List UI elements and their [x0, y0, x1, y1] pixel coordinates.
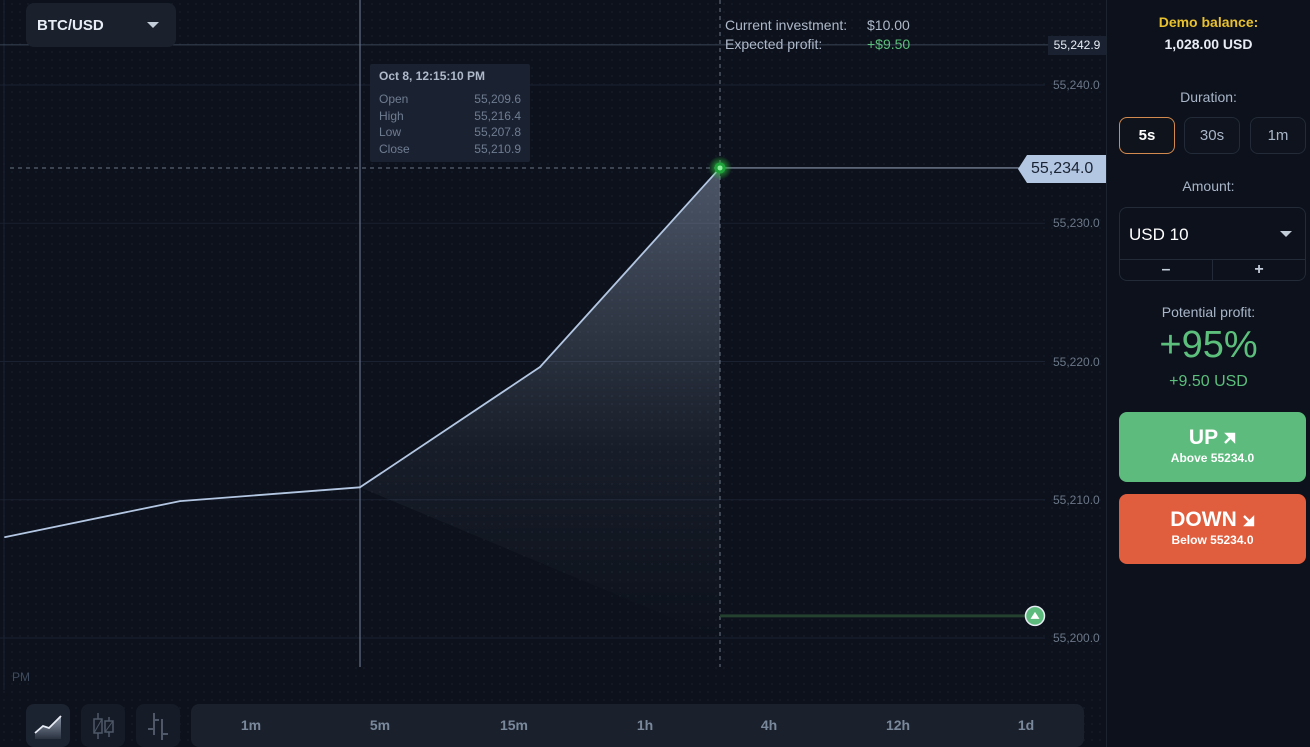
- bars-chart-button[interactable]: [136, 704, 180, 747]
- area-chart-icon: [34, 714, 62, 739]
- increase-amount-button[interactable]: +: [1212, 260, 1305, 280]
- potential-profit-label: Potential profit:: [1161, 304, 1256, 320]
- crosshair-price-label: 55,242.9: [1048, 36, 1106, 55]
- asset-pair-dropdown[interactable]: BTC/USD: [26, 3, 176, 47]
- asset-pair-label: BTC/USD: [37, 16, 104, 34]
- potential-profit-percent: +95%: [1159, 324, 1258, 366]
- demo-balance-value: 1,028.00 USD: [1164, 36, 1253, 52]
- duration-5s-button[interactable]: 5s: [1119, 117, 1175, 154]
- time-axis-label: PM: [12, 670, 30, 684]
- y-tick-label: 55,210.0: [1053, 493, 1100, 507]
- arrow-down-right-icon: [1242, 515, 1254, 527]
- timeframe-4h[interactable]: 4h: [761, 717, 777, 733]
- tooltip-row-open: Open 55,209.6: [379, 92, 521, 106]
- price-line-segment: [179, 486, 361, 503]
- tooltip-row-close: Close 55,210.9: [379, 142, 521, 157]
- decrease-amount-button[interactable]: –: [1120, 260, 1212, 280]
- down-threshold: Below 55234.0: [1171, 533, 1254, 547]
- expected-profit-label: Expected profit:: [725, 36, 823, 52]
- price-line-segment: [4, 500, 181, 538]
- current-investment-label: Current investment:: [725, 17, 848, 33]
- timeframe-12h[interactable]: 12h: [886, 717, 910, 733]
- tooltip-row-low: Low 55,207.8: [379, 125, 521, 140]
- timeframe-1d[interactable]: 1d: [1018, 717, 1034, 733]
- duration-1m-button[interactable]: 1m: [1250, 117, 1306, 154]
- expected-profit-value: +$9.50: [867, 36, 911, 52]
- tooltip-row-high: High 55,216.4: [379, 108, 521, 123]
- current-investment-value: $10.00: [867, 17, 910, 33]
- expected-profit-row: Expected profit: +$9.50: [725, 35, 910, 54]
- candlestick-icon: [93, 712, 114, 739]
- chart-area[interactable]: BTC/USD Oct 8, 12:15:10 PM Open 55,209.6 …: [0, 0, 1106, 747]
- chevron-down-icon: [147, 22, 159, 28]
- arrow-up-right-icon: [1224, 432, 1236, 444]
- potential-profit-usd: +9.50 USD: [1169, 373, 1248, 390]
- timeframe-bar: 1m 5m 15m 1h 4h 12h 1d: [191, 704, 1084, 747]
- duration-label: Duration:: [1180, 89, 1237, 105]
- price-chart[interactable]: [0, 0, 1106, 747]
- timeframe-1m[interactable]: 1m: [241, 717, 261, 733]
- chevron-down-icon[interactable]: [1280, 231, 1292, 237]
- trade-panel: Demo balance: 1,028.00 USD Duration: 5s …: [1106, 0, 1310, 747]
- up-button[interactable]: UP Above 55234.0: [1119, 412, 1306, 482]
- investment-info: Current investment: $10.00 Expected prof…: [725, 16, 910, 54]
- y-tick-label: 55,220.0: [1053, 355, 1100, 369]
- demo-balance-label: Demo balance:: [1158, 14, 1259, 30]
- current-investment-row: Current investment: $10.00: [725, 16, 910, 35]
- y-tick-label: 55,230.0: [1053, 216, 1100, 230]
- area-chart-button[interactable]: [26, 704, 70, 747]
- duration-30s-button[interactable]: 30s: [1184, 117, 1240, 154]
- up-button-main: UP: [1119, 426, 1306, 450]
- up-threshold: Above 55234.0: [1170, 451, 1255, 465]
- current-price-value: 55,234.0: [1031, 160, 1094, 177]
- y-tick-label: 55,200.0: [1053, 631, 1100, 645]
- timeframe-15m[interactable]: 15m: [500, 717, 528, 733]
- down-label: DOWN: [1170, 508, 1237, 531]
- amount-label: Amount:: [1182, 178, 1235, 194]
- trading-app: BTC/USD Oct 8, 12:15:10 PM Open 55,209.6 …: [0, 0, 1310, 747]
- y-tick-label: 55,240.0: [1053, 78, 1100, 92]
- timeframe-1h[interactable]: 1h: [637, 717, 653, 733]
- down-button[interactable]: DOWN Below 55234.0: [1119, 494, 1306, 564]
- amount-selector[interactable]: USD 10 – +: [1119, 207, 1306, 281]
- timeframe-5m[interactable]: 5m: [370, 717, 390, 733]
- area-fill: [360, 167, 720, 638]
- amount-stepper: – +: [1120, 259, 1305, 280]
- tooltip-time: Oct 8, 12:15:10 PM: [379, 69, 486, 83]
- ohlc-bars-icon: [148, 712, 168, 740]
- down-button-main: DOWN: [1119, 508, 1306, 532]
- current-point: [717, 165, 723, 171]
- current-price-tag: 55,234.0: [1018, 155, 1106, 183]
- candles-chart-button[interactable]: [81, 704, 125, 747]
- up-label: UP: [1188, 426, 1219, 449]
- ohlc-tooltip: Oct 8, 12:15:10 PM Open 55,209.6 High 55,2…: [370, 64, 530, 162]
- amount-value: USD 10: [1129, 225, 1189, 244]
